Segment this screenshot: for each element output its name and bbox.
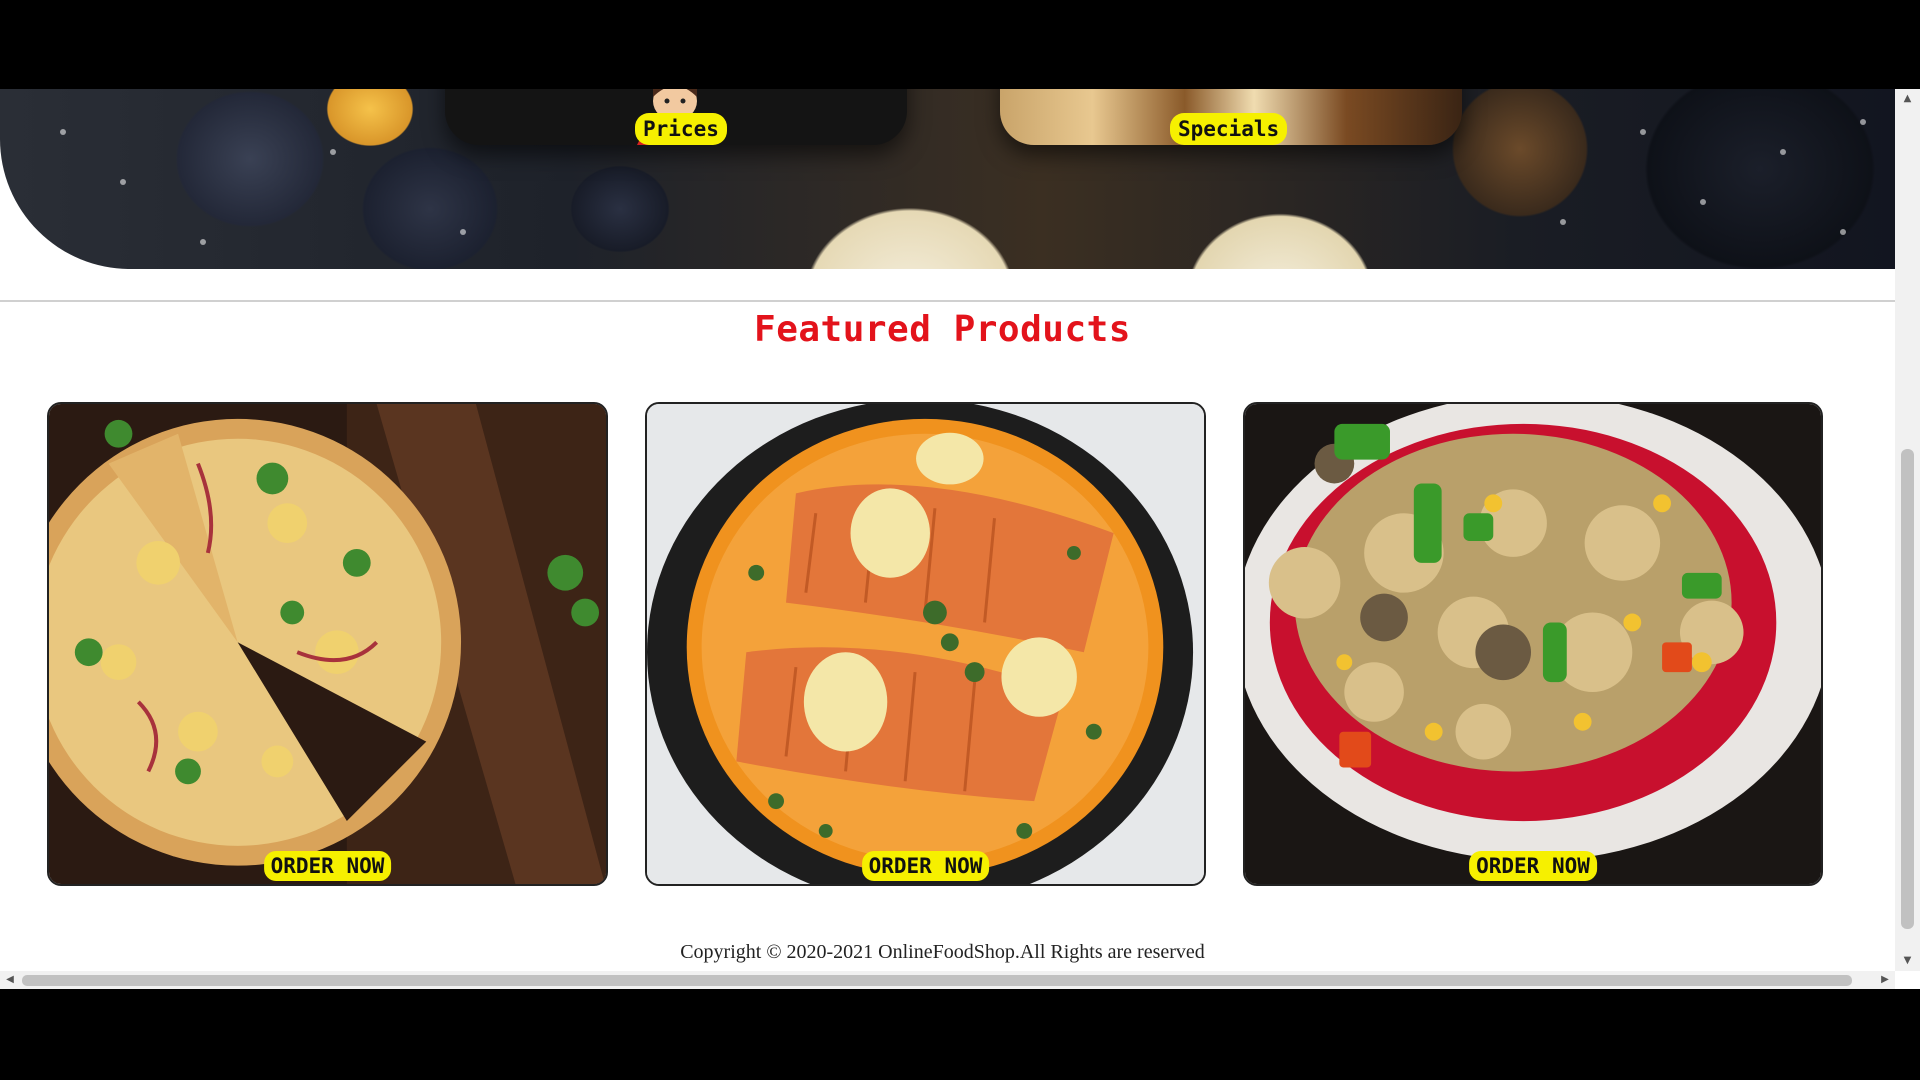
order-now-button[interactable]: ORDER NOW	[1469, 851, 1597, 881]
veggie-pizza-image	[1245, 404, 1821, 884]
vertical-scroll-thumb[interactable]	[1901, 449, 1914, 929]
product-card-salmon[interactable]: ORDER NOW	[645, 402, 1206, 886]
order-now-button[interactable]: ORDER NOW	[263, 851, 392, 881]
screen: Prices Specials Featured Products ORDER …	[0, 0, 1920, 1080]
order-now-button[interactable]: ORDER NOW	[861, 851, 990, 881]
horizontal-scroll-thumb[interactable]	[22, 975, 1852, 986]
scroll-left-arrow-icon[interactable]: ◀	[0, 971, 20, 989]
footer-copyright: Copyright © 2020-2021 OnlineFoodShop.All…	[680, 941, 1205, 963]
pizza-image	[49, 404, 606, 884]
nav-card-specials[interactable]: Specials	[1000, 89, 1462, 145]
scroll-right-arrow-icon[interactable]: ▶	[1875, 971, 1895, 989]
scroll-down-arrow-icon[interactable]: ▼	[1895, 951, 1920, 971]
nav-specials-label[interactable]: Specials	[1170, 113, 1288, 145]
section-divider	[0, 300, 1895, 302]
product-card-pizza[interactable]: ORDER NOW	[47, 402, 608, 886]
featured-products-title: Featured Products	[754, 309, 1131, 350]
vertical-scrollbar[interactable]: ▲ ▼	[1895, 89, 1920, 971]
hero-banner	[0, 89, 1895, 269]
salmon-curry-image	[647, 404, 1204, 884]
scroll-up-arrow-icon[interactable]: ▲	[1895, 89, 1920, 109]
nav-prices-label[interactable]: Prices	[635, 113, 727, 145]
nav-card-prices[interactable]: Prices	[445, 89, 907, 145]
browser-viewport: Prices Specials Featured Products ORDER …	[0, 89, 1920, 989]
horizontal-scrollbar[interactable]: ◀ ▶	[0, 971, 1895, 989]
product-card-veggie[interactable]: ORDER NOW	[1243, 402, 1823, 886]
